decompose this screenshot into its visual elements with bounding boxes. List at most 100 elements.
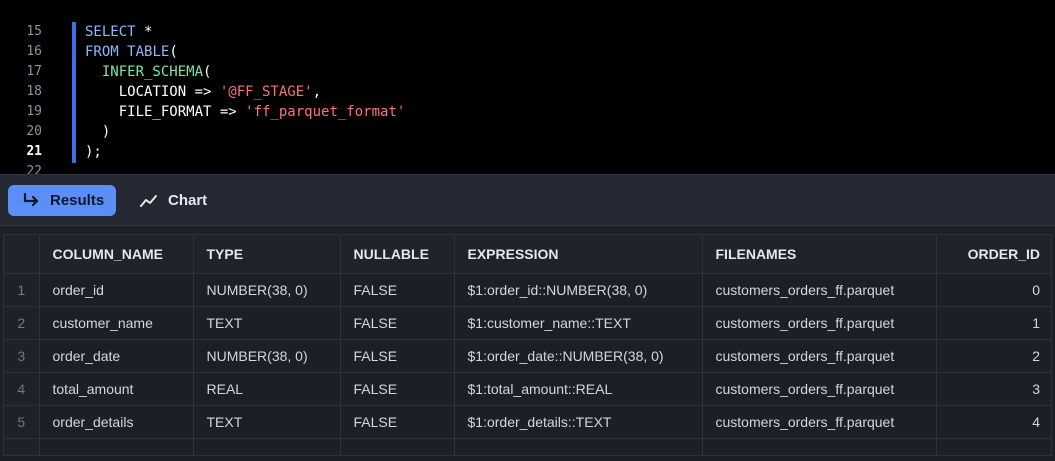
cell-order-id[interactable]: 0 — [936, 273, 1051, 307]
table-row[interactable]: 2 customer_name TEXT FALSE $1:customer_name:… — [4, 306, 1051, 340]
tab-results-label: Results — [50, 192, 105, 209]
cell-order-id[interactable]: 3 — [936, 372, 1051, 406]
cell-nullable[interactable]: FALSE — [340, 372, 455, 406]
tab-chart-label: Chart — [168, 192, 208, 209]
code-token: 'ff_parquet_format' — [245, 104, 406, 120]
cell-nullable[interactable]: FALSE — [340, 405, 455, 439]
cell-type[interactable]: REAL — [193, 372, 341, 406]
code-line[interactable]: 15 SELECT * — [0, 22, 1055, 42]
column-header-column-name[interactable]: COLUMN_NAME — [39, 235, 194, 274]
cell-order-id[interactable]: 2 — [936, 339, 1051, 373]
line-number: 20 — [26, 124, 42, 139]
line-chart-icon — [140, 194, 158, 208]
tab-results[interactable]: Results — [8, 185, 116, 216]
row-index[interactable]: 2 — [4, 306, 40, 340]
line-number: 15 — [26, 24, 42, 39]
empty-cell — [4, 438, 40, 455]
cell-nullable[interactable]: FALSE — [340, 339, 455, 373]
cell-column-name[interactable]: total_amount — [39, 372, 194, 406]
cell-expression[interactable]: $1:order_date::NUMBER(38, 0) — [454, 339, 703, 373]
code-token: ); — [85, 144, 102, 160]
code-token: ) — [85, 124, 111, 140]
code-token: INFER_SCHEMA — [101, 64, 204, 80]
cell-column-name[interactable]: order_details — [39, 405, 194, 439]
table-row[interactable]: 1 order_id NUMBER(38, 0) FALSE $1:order_id::… — [4, 273, 1051, 307]
code-token: ( — [203, 64, 212, 80]
empty-cell — [340, 438, 455, 455]
code-line[interactable]: 18 LOCATION => '@FF_STAGE', — [0, 82, 1055, 102]
code-line[interactable]: 17 INFER_SCHEMA( — [0, 62, 1055, 82]
line-number: 21 — [26, 144, 42, 159]
code-token: FILE_FORMAT => — [85, 104, 246, 120]
cell-column-name[interactable]: order_date — [39, 339, 194, 373]
line-number: 16 — [26, 44, 42, 59]
code-line[interactable]: 19 FILE_FORMAT => 'ff_parquet_format' — [0, 102, 1055, 122]
cell-nullable[interactable]: FALSE — [340, 273, 455, 307]
code-token: LOCATION => — [85, 84, 220, 100]
code-line[interactable]: 21); — [0, 142, 1055, 162]
cell-expression[interactable]: $1:customer_name::TEXT — [454, 306, 703, 340]
code-text: FILE_FORMAT => 'ff_parquet_format' — [85, 102, 406, 122]
code-line[interactable]: 22 — [0, 162, 1055, 174]
code-line[interactable]: 16 FROM TABLE( — [0, 42, 1055, 62]
cell-type[interactable]: NUMBER(38, 0) — [193, 273, 341, 307]
cell-expression[interactable]: $1:order_details::TEXT — [454, 405, 703, 439]
code-text: ) — [85, 122, 110, 142]
sql-editor[interactable]: 15 SELECT * 16 FROM TABLE(17 INFER_SCHEMA(1… — [0, 0, 1055, 174]
code-text: ); — [85, 142, 102, 162]
column-header-expression[interactable]: EXPRESSION — [454, 235, 703, 274]
table-row[interactable]: 3 order_date NUMBER(38, 0) FALSE $1:order_da… — [4, 339, 1051, 373]
code-text: SELECT * — [85, 22, 152, 42]
column-header-order-id[interactable]: ORDER_ID — [936, 235, 1051, 274]
line-number: 17 — [26, 64, 42, 79]
cell-filenames[interactable]: customers_orders_ff.parquet — [702, 405, 937, 439]
code-token: TABLE — [127, 44, 170, 60]
cell-filenames[interactable]: customers_orders_ff.parquet — [702, 306, 937, 340]
empty-cell — [702, 438, 937, 455]
cell-column-name[interactable]: customer_name — [39, 306, 194, 340]
column-header-nullable[interactable]: NULLABLE — [340, 235, 455, 274]
code-token: ( — [169, 44, 178, 60]
cell-type[interactable]: TEXT — [193, 306, 341, 340]
line-number: 18 — [26, 84, 42, 99]
cell-filenames[interactable]: customers_orders_ff.parquet — [702, 372, 937, 406]
cell-expression[interactable]: $1:total_amount::REAL — [454, 372, 703, 406]
cell-column-name[interactable]: order_id — [39, 273, 194, 307]
results-grid[interactable]: COLUMN_NAME TYPE NULLABLE EXPRESSION FIL… — [3, 234, 1052, 456]
empty-cell — [936, 438, 1051, 455]
results-toolbar: Results Chart — [0, 174, 1055, 226]
code-text: FROM TABLE( — [85, 42, 178, 62]
code-line[interactable]: 20 ) — [0, 122, 1055, 142]
results-table: COLUMN_NAME TYPE NULLABLE EXPRESSION FIL… — [4, 235, 1051, 455]
row-index[interactable]: 3 — [4, 339, 40, 373]
column-header-filenames[interactable]: FILENAMES — [702, 235, 937, 274]
column-header-type[interactable]: TYPE — [193, 235, 341, 274]
cell-expression[interactable]: $1:order_id::NUMBER(38, 0) — [454, 273, 703, 307]
cell-type[interactable]: NUMBER(38, 0) — [193, 339, 341, 373]
cell-filenames[interactable]: customers_orders_ff.parquet — [702, 273, 937, 307]
return-arrow-icon — [22, 192, 40, 209]
cell-filenames[interactable]: customers_orders_ff.parquet — [702, 339, 937, 373]
table-row-empty — [4, 438, 1051, 455]
tab-chart[interactable]: Chart — [126, 185, 221, 216]
line-number: 19 — [26, 104, 42, 119]
header-row: COLUMN_NAME TYPE NULLABLE EXPRESSION FIL… — [4, 235, 1051, 274]
cell-type[interactable]: TEXT — [193, 405, 341, 439]
cell-order-id[interactable]: 4 — [936, 405, 1051, 439]
table-row[interactable]: 4 total_amount REAL FALSE $1:total_amount::R… — [4, 372, 1051, 406]
row-index[interactable]: 4 — [4, 372, 40, 406]
code-token: SELECT — [85, 24, 145, 40]
row-index[interactable]: 1 — [4, 273, 40, 307]
empty-cell — [39, 438, 194, 455]
cell-order-id[interactable]: 1 — [936, 306, 1051, 340]
table-body: 1 order_id NUMBER(38, 0) FALSE $1:order_id::… — [4, 273, 1051, 455]
cell-nullable[interactable]: FALSE — [340, 306, 455, 340]
table-row[interactable]: 5 order_details TEXT FALSE $1:order_details:… — [4, 405, 1051, 439]
code-token: '@FF_STAGE' — [219, 84, 313, 100]
code-text: LOCATION => '@FF_STAGE', — [85, 82, 321, 102]
row-index[interactable]: 5 — [4, 405, 40, 439]
code-token: , — [312, 84, 322, 100]
empty-cell — [454, 438, 703, 455]
column-header-index — [4, 235, 40, 274]
